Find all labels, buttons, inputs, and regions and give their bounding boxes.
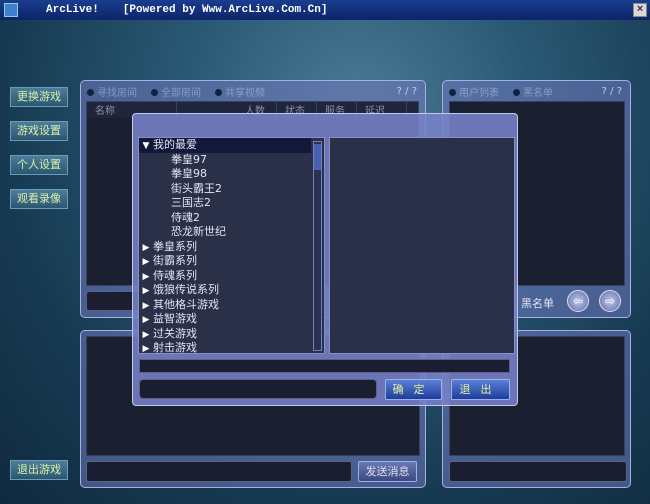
tree-group[interactable]: ▶ 侍魂系列: [139, 269, 324, 284]
game-select-dialog: ▼ 我的最爱 拳皇97 拳皇98 街头霸王2 三国志2 侍魂2 恐龙新世纪 ▶ 拳皇系列 ▶ 街霸系列…: [132, 113, 518, 406]
tab-all-rooms[interactable]: 全部房间: [151, 84, 201, 99]
tree-group-label: 拳皇系列: [153, 239, 197, 253]
tab-user-list[interactable]: 用户列表: [449, 84, 499, 99]
collapsed-arrow-icon[interactable]: ▶: [139, 342, 153, 353]
powered-by: [Powered by Www.ArcLive.Com.Cn]: [122, 4, 328, 16]
tree-group-label: 益智游戏: [153, 312, 197, 325]
cancel-button[interactable]: 退出: [451, 379, 510, 400]
tab-blacklist[interactable]: 黑名单: [513, 84, 553, 99]
tree-item[interactable]: 三国志2: [139, 196, 324, 211]
tree-item[interactable]: 恐龙新世纪: [139, 225, 324, 240]
expanded-arrow-icon[interactable]: ▼: [139, 139, 153, 154]
tree-group-label: 我的最爱: [153, 138, 197, 151]
info-input[interactable]: [449, 461, 627, 482]
tab-find-room[interactable]: 寻找房间: [87, 84, 137, 99]
collapsed-arrow-icon[interactable]: ▶: [139, 241, 153, 256]
change-game-button[interactable]: 更换游戏: [10, 87, 68, 107]
tree-group[interactable]: ▶ 益智游戏: [139, 312, 324, 327]
tree-group[interactable]: ▶ 街霸系列: [139, 254, 324, 269]
scrollbar-thumb[interactable]: [314, 144, 321, 170]
tree-group-label: 过关游戏: [153, 326, 197, 340]
send-message-button[interactable]: 发送消息: [358, 461, 417, 482]
app-icon: [4, 3, 18, 17]
tree-group[interactable]: ▶ 射击游戏: [139, 341, 324, 354]
collapsed-arrow-icon[interactable]: ▶: [139, 313, 153, 328]
game-detail-pane: [329, 137, 515, 354]
tree-group-label: 侍魂系列: [153, 268, 197, 282]
tree-group-label: 射击游戏: [153, 341, 197, 354]
game-settings-button[interactable]: 游戏设置: [10, 121, 68, 141]
user-pager: ? / ?: [601, 85, 622, 97]
tree-item[interactable]: 侍魂2: [139, 211, 324, 226]
window-title: ArcLive!: [46, 4, 99, 16]
tab-shared-video[interactable]: 共享视频: [215, 84, 265, 99]
tree-item[interactable]: 拳皇98: [139, 167, 324, 182]
collapsed-arrow-icon[interactable]: ▶: [139, 299, 153, 314]
tree-group[interactable]: ▶ 过关游戏: [139, 327, 324, 342]
personal-settings-button[interactable]: 个人设置: [10, 155, 68, 175]
collapsed-arrow-icon[interactable]: ▶: [139, 270, 153, 285]
collapsed-arrow-icon[interactable]: ▶: [139, 284, 153, 299]
blacklist-label: 黑名单: [521, 297, 554, 310]
watch-replay-button[interactable]: 观看录像: [10, 189, 68, 209]
path-field[interactable]: [139, 359, 510, 373]
collapsed-arrow-icon[interactable]: ▶: [139, 328, 153, 343]
game-tree[interactable]: ▼ 我的最爱 拳皇97 拳皇98 街头霸王2 三国志2 侍魂2 恐龙新世纪 ▶ 拳皇系列 ▶ 街霸系列…: [138, 137, 325, 354]
close-button[interactable]: ×: [633, 3, 647, 17]
tree-group[interactable]: ▼ 我的最爱: [139, 138, 311, 153]
collapsed-arrow-icon[interactable]: ▶: [139, 255, 153, 270]
tree-group-label: 街霸系列: [153, 254, 197, 267]
title-bar: ArcLive! [Powered by Www.ArcLive.Com.Cn]…: [0, 0, 650, 20]
tree-item[interactable]: 拳皇97: [139, 153, 324, 168]
next-arrow-icon[interactable]: ⇨: [599, 290, 621, 312]
exit-game-button[interactable]: 退出游戏: [10, 460, 68, 480]
dialog-input[interactable]: [139, 379, 377, 399]
tree-group-label: 饿狼传说系列: [153, 283, 219, 296]
tree-group-label: 其他格斗游戏: [153, 297, 219, 311]
tree-group[interactable]: ▶ 其他格斗游戏: [139, 298, 324, 313]
tree-scrollbar[interactable]: [313, 141, 322, 351]
room-pager: ? / ?: [396, 85, 417, 97]
prev-arrow-icon[interactable]: ⇦: [567, 290, 589, 312]
ok-button[interactable]: 确定: [385, 379, 442, 400]
tree-group[interactable]: ▶ 饿狼传说系列: [139, 283, 324, 298]
tree-group[interactable]: ▶ 拳皇系列: [139, 240, 324, 255]
chat-input[interactable]: [86, 461, 352, 482]
tree-item[interactable]: 街头霸王2: [139, 182, 324, 197]
